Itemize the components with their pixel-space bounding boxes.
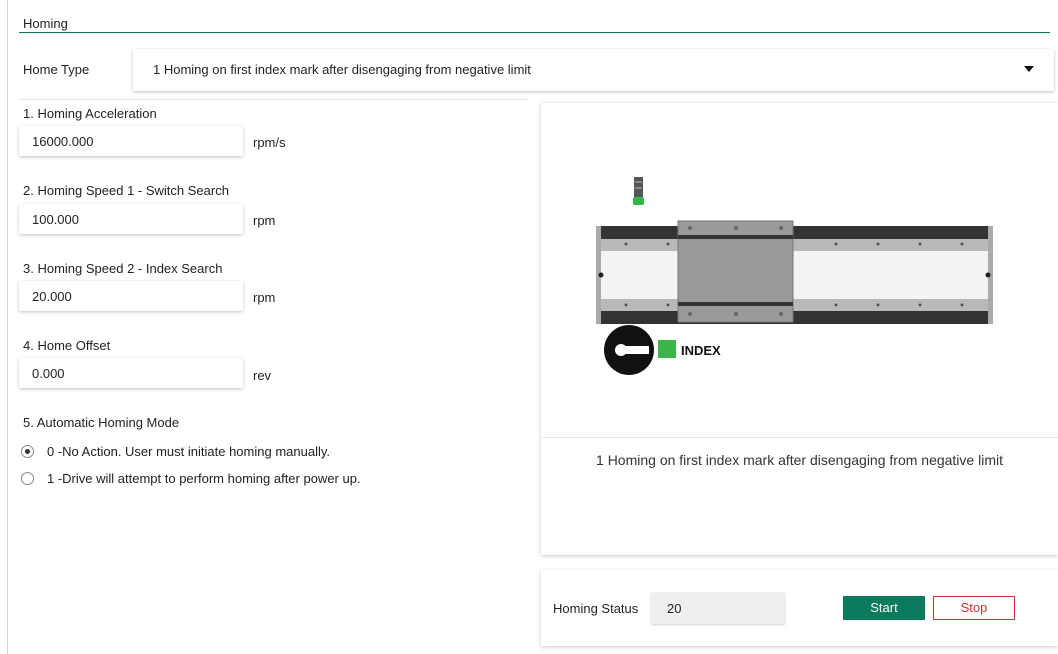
- index-indicator-icon: [658, 340, 676, 358]
- limit-sensor-icon: [633, 177, 644, 205]
- encoder-disc-icon: [604, 325, 654, 375]
- home-offset-value: 0.000: [32, 366, 65, 381]
- homing-speed2-input[interactable]: 20.000: [19, 281, 243, 311]
- home-offset-unit: rev: [253, 368, 272, 383]
- homing-illustration-panel: INDEX 1 Homing on first index mark after…: [541, 103, 1058, 555]
- homing-status-panel: Homing Status 20 Start Stop: [541, 570, 1058, 646]
- start-button[interactable]: Start: [843, 596, 925, 620]
- homing-acceleration-label: 1. Homing Acceleration: [23, 106, 157, 121]
- divider: [19, 99, 529, 100]
- section-divider: [19, 32, 1050, 33]
- section-title: Homing: [23, 16, 68, 31]
- illustration-caption: 1 Homing on first index mark after disen…: [596, 452, 1003, 468]
- homing-speed1-input[interactable]: 100.000: [19, 204, 243, 234]
- linear-rail: [596, 226, 993, 324]
- home-type-dropdown[interactable]: 1 Homing on first index mark after disen…: [133, 49, 1054, 91]
- linear-stage-illustration: [596, 177, 993, 375]
- chevron-down-icon[interactable]: [1024, 66, 1034, 72]
- homing-speed2-unit: rpm: [253, 290, 276, 305]
- home-offset-input[interactable]: 0.000: [19, 358, 243, 388]
- radio-option-0-label[interactable]: 0 -No Action. User must initiate homing …: [47, 444, 330, 459]
- home-offset-label: 4. Home Offset: [23, 338, 111, 353]
- homing-speed2-label: 3. Homing Speed 2 - Index Search: [23, 261, 223, 276]
- stop-button[interactable]: Stop: [933, 596, 1015, 620]
- homing-status-label: Homing Status: [553, 601, 639, 616]
- homing-speed2-value: 20.000: [32, 289, 72, 304]
- homing-speed1-value: 100.000: [32, 212, 79, 227]
- radio-option-0[interactable]: [21, 445, 34, 458]
- auto-homing-mode-label: 5. Automatic Homing Mode: [23, 415, 180, 430]
- homing-status-value-box: 20: [651, 592, 785, 624]
- homing-acceleration-input[interactable]: 16000.000: [19, 126, 243, 156]
- home-type-label: Home Type: [23, 62, 90, 77]
- homing-speed1-unit: rpm: [253, 213, 276, 228]
- radio-option-1[interactable]: [21, 472, 34, 485]
- caption-divider: [541, 437, 1058, 438]
- radio-option-1-label[interactable]: 1 -Drive will attempt to perform homing …: [47, 471, 361, 486]
- homing-speed1-label: 2. Homing Speed 1 - Switch Search: [23, 183, 229, 198]
- index-label: INDEX: [681, 343, 721, 358]
- carriage: [677, 220, 794, 323]
- homing-status-value: 20: [667, 601, 682, 616]
- homing-acceleration-value: 16000.000: [32, 134, 94, 149]
- homing-acceleration-unit: rpm/s: [253, 135, 286, 150]
- left-border: [7, 0, 8, 654]
- home-type-value: 1 Homing on first index mark after disen…: [153, 62, 531, 77]
